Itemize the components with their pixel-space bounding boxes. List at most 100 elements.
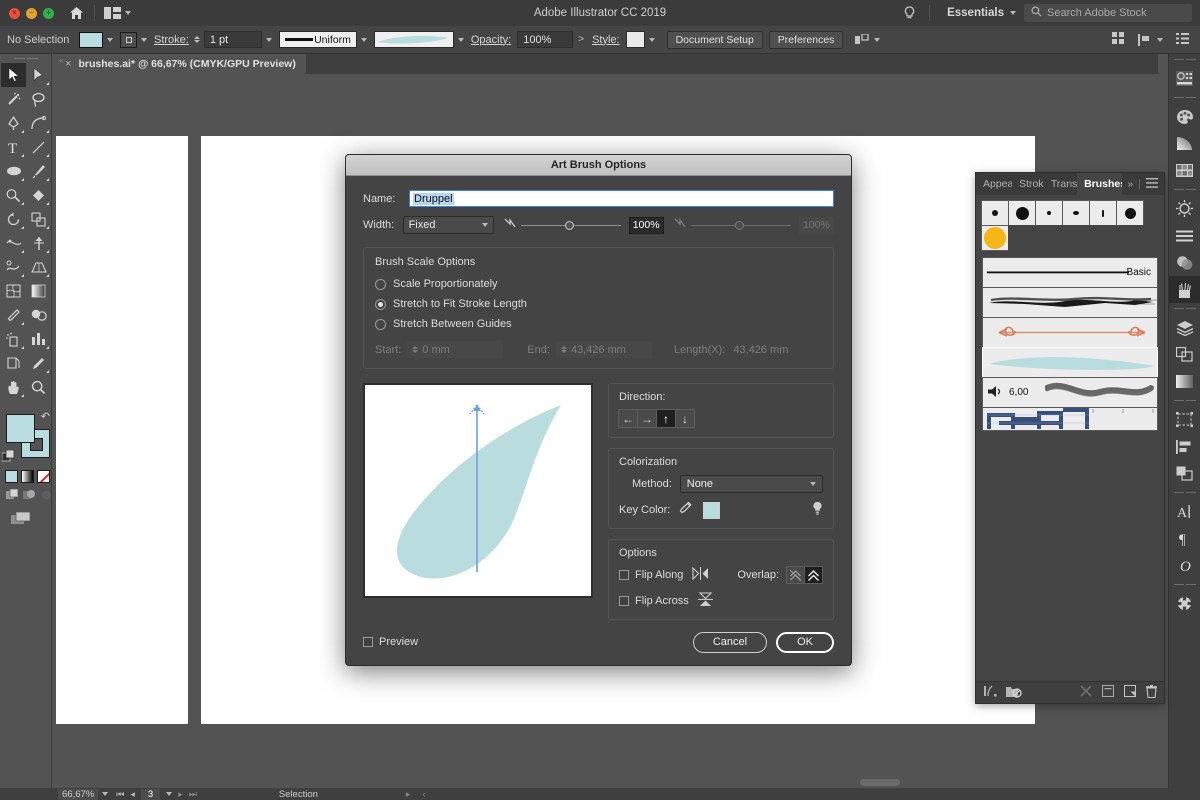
brush-3pt-round[interactable] bbox=[981, 200, 1009, 226]
tab-brushes[interactable]: Brushes bbox=[1077, 173, 1122, 195]
slider-handle[interactable] bbox=[564, 220, 574, 230]
status-menu-icon[interactable]: ▸ bbox=[406, 789, 411, 800]
brushes-panel-icon[interactable] bbox=[1168, 276, 1200, 303]
paragraph-panel-icon[interactable]: ¶ bbox=[1169, 525, 1200, 552]
type-tool[interactable]: T bbox=[1, 135, 26, 159]
chevron-down-icon[interactable] bbox=[141, 37, 147, 42]
color-panel-icon[interactable] bbox=[1169, 103, 1200, 130]
lasso-tool[interactable] bbox=[26, 87, 51, 111]
home-icon[interactable] bbox=[67, 4, 85, 22]
zoom-tool[interactable] bbox=[26, 375, 51, 399]
new-brush-icon[interactable] bbox=[1123, 684, 1137, 700]
document-setup-button[interactable]: Document Setup bbox=[666, 30, 763, 49]
pen-tool[interactable] bbox=[1, 111, 26, 135]
stretch-to-fit-option[interactable]: Stretch to Fit Stroke Length bbox=[375, 294, 822, 314]
direction-right[interactable]: → bbox=[637, 409, 657, 428]
shape-builder-tool[interactable] bbox=[1, 255, 26, 279]
colorization-method-select[interactable]: None bbox=[679, 475, 823, 493]
next-artboard-icon[interactable]: ▸ bbox=[178, 789, 183, 800]
preview-checkbox[interactable] bbox=[363, 637, 373, 647]
direction-up[interactable]: ↑ bbox=[656, 409, 676, 428]
minimize-window-button[interactable]: − bbox=[26, 7, 37, 19]
artboards-panel-icon[interactable] bbox=[1169, 406, 1200, 433]
align-options-dropdown[interactable] bbox=[855, 33, 881, 46]
zoom-control[interactable]: 66,67% bbox=[58, 788, 109, 800]
brush-yellow-dot[interactable] bbox=[981, 225, 1009, 251]
search-input[interactable]: Search Adobe Stock bbox=[1024, 4, 1192, 22]
cancel-button[interactable]: Cancel bbox=[692, 631, 768, 653]
layers-panel-icon[interactable] bbox=[1169, 314, 1200, 341]
overlap-prevent-button[interactable] bbox=[804, 566, 823, 584]
radio-button-selected[interactable] bbox=[375, 298, 386, 310]
direct-selection-tool[interactable] bbox=[26, 63, 51, 87]
stroke-color-swatch[interactable] bbox=[120, 31, 137, 48]
tab-transform[interactable]: Trans bbox=[1044, 173, 1077, 195]
panel-list-icon[interactable] bbox=[1176, 32, 1189, 47]
opacity-input[interactable]: 100% bbox=[517, 31, 574, 48]
width-slider-1[interactable] bbox=[504, 217, 621, 232]
none-swatch-button[interactable] bbox=[37, 470, 50, 483]
paintbrush-tool[interactable] bbox=[26, 159, 51, 183]
default-fill-stroke-icon[interactable] bbox=[1, 449, 15, 466]
line-segment-tool[interactable] bbox=[26, 135, 51, 159]
rail-grip[interactable] bbox=[1169, 92, 1200, 103]
chevron-down-icon[interactable] bbox=[648, 37, 655, 42]
blend-tool[interactable] bbox=[26, 303, 51, 327]
flip-along-checkbox[interactable] bbox=[619, 570, 629, 580]
last-artboard-icon[interactable]: ⏭ bbox=[189, 789, 197, 800]
panel-menu-icon[interactable] bbox=[1146, 177, 1158, 191]
scale-proportionately-option[interactable]: Scale Proportionately bbox=[375, 274, 822, 294]
ellipse-tool[interactable] bbox=[1, 159, 26, 183]
rail-grip[interactable] bbox=[1169, 395, 1200, 406]
align-to-dropdown[interactable] bbox=[1138, 33, 1163, 46]
zoom-level[interactable]: 66,67% bbox=[58, 788, 99, 800]
graphic-style-swatch[interactable] bbox=[625, 31, 645, 48]
stroke-panel-icon[interactable] bbox=[1169, 195, 1200, 222]
brush-pattern-border[interactable] bbox=[982, 407, 1158, 431]
gradient-swatch-button[interactable] bbox=[21, 470, 34, 483]
column-graph-tool[interactable] bbox=[26, 327, 51, 351]
radio-button[interactable] bbox=[375, 278, 386, 290]
rail-grip[interactable] bbox=[1169, 184, 1200, 195]
scale-tool[interactable] bbox=[26, 207, 51, 231]
character-panel-icon[interactable]: A bbox=[1169, 498, 1200, 525]
rotate-tool[interactable] bbox=[1, 207, 26, 231]
change-screen-mode-icon[interactable] bbox=[0, 504, 51, 529]
flip-across-checkbox[interactable] bbox=[619, 596, 629, 606]
opacity-expand-icon[interactable]: > bbox=[578, 34, 584, 45]
width-tool[interactable] bbox=[1, 231, 26, 255]
close-window-button[interactable]: × bbox=[9, 7, 20, 19]
lightbulb-icon[interactable] bbox=[898, 5, 920, 21]
selection-tool[interactable] bbox=[1, 63, 26, 87]
direction-left[interactable]: ← bbox=[618, 409, 638, 428]
chevron-down-icon[interactable] bbox=[166, 792, 173, 796]
swap-fill-stroke-icon[interactable]: ↶ bbox=[41, 410, 50, 423]
color-swatch-button[interactable] bbox=[5, 470, 18, 483]
artboard-number[interactable]: 3 bbox=[140, 788, 161, 800]
previous-artboard-icon[interactable]: ◂ bbox=[130, 789, 135, 800]
pencil-tool[interactable] bbox=[1, 183, 26, 207]
stroke-weight-panel-icon[interactable] bbox=[1169, 222, 1200, 249]
draw-behind-icon[interactable] bbox=[23, 489, 36, 504]
mesh-tool[interactable] bbox=[1, 279, 26, 303]
eyedropper-icon[interactable] bbox=[679, 501, 693, 519]
tab-stroke[interactable]: Strok bbox=[1012, 173, 1044, 195]
rail-grip[interactable] bbox=[1169, 54, 1200, 65]
direction-down[interactable]: ↓ bbox=[675, 409, 695, 428]
transparency-panel-icon[interactable] bbox=[1169, 249, 1200, 276]
rail-grip[interactable] bbox=[1169, 303, 1200, 314]
brush-definition-select[interactable] bbox=[373, 31, 454, 48]
brush-charcoal[interactable] bbox=[982, 287, 1158, 318]
pathfinder-panel-icon[interactable] bbox=[1169, 341, 1200, 368]
brush-name-input[interactable]: Druppel bbox=[409, 190, 834, 207]
eraser-tool[interactable] bbox=[26, 183, 51, 207]
free-transform-tool[interactable] bbox=[26, 231, 51, 255]
radio-button[interactable] bbox=[375, 318, 386, 330]
horizontal-scrollbar[interactable] bbox=[860, 779, 900, 786]
panel-overflow-icon[interactable]: » bbox=[1128, 179, 1134, 190]
options-of-selected-object-icon[interactable] bbox=[1101, 684, 1115, 700]
curvature-tool[interactable] bbox=[26, 111, 51, 135]
delete-brush-icon[interactable] bbox=[1146, 684, 1157, 701]
brush-1pt-oval[interactable] bbox=[1035, 200, 1063, 226]
collapse-toolbar-icon[interactable]: « bbox=[56, 54, 66, 67]
